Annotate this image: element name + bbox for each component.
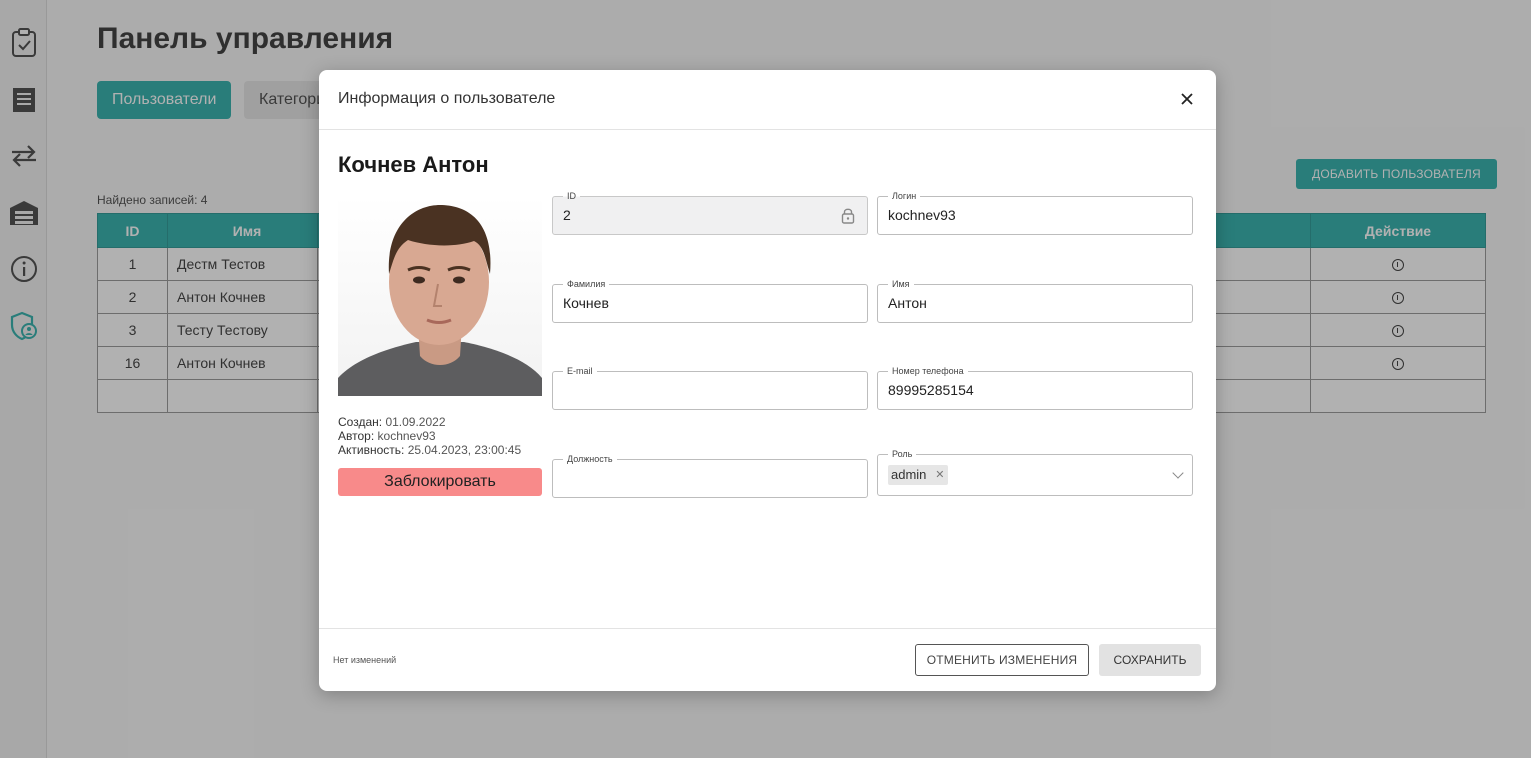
author-line: Автор: kochnev93 (338, 429, 521, 443)
created-label: Создан: (338, 415, 383, 429)
surname-value[interactable]: Кочнев (563, 295, 609, 311)
position-label: Должность (563, 452, 617, 466)
first-name-label: Имя (888, 277, 914, 291)
created-line: Создан: 01.09.2022 (338, 415, 521, 429)
email-field[interactable]: E-mail (552, 364, 868, 410)
user-info-modal: Информация о пользователе Кочнев Антон С… (319, 70, 1216, 691)
role-select[interactable]: Роль admin ✕ (877, 447, 1193, 496)
change-status: Нет изменений (333, 655, 397, 665)
surname-field[interactable]: Фамилия Кочнев (552, 277, 868, 323)
save-button[interactable]: СОХРАНИТЬ (1099, 644, 1201, 676)
role-label: Роль (888, 447, 917, 461)
email-label: E-mail (563, 364, 597, 378)
block-user-button[interactable]: Заблокировать (338, 468, 542, 496)
user-full-name: Кочнев Антон (338, 152, 489, 177)
modal-title: Информация о пользователе (338, 90, 556, 107)
phone-value[interactable]: 89995285154 (888, 382, 974, 398)
lock-icon (841, 207, 855, 229)
role-chip: admin ✕ (888, 465, 949, 485)
activity-value: 25.04.2023, 23:00:45 (407, 443, 522, 457)
user-meta: Создан: 01.09.2022 Автор: kochnev93 Акти… (338, 415, 521, 457)
chevron-down-icon[interactable] (1172, 467, 1184, 479)
id-label: ID (563, 189, 580, 203)
close-icon[interactable] (1178, 90, 1196, 108)
cancel-changes-button[interactable]: ОТМЕНИТЬ ИЗМЕНЕНИЯ (915, 644, 1089, 676)
phone-label: Номер телефона (888, 364, 968, 378)
position-field[interactable]: Должность (552, 452, 868, 498)
login-label: Логин (888, 189, 921, 203)
first-name-field[interactable]: Имя Антон (877, 277, 1193, 323)
surname-label: Фамилия (563, 277, 610, 291)
role-chip-label: admin (891, 467, 927, 482)
phone-field[interactable]: Номер телефона 89995285154 (877, 364, 1193, 410)
created-value: 01.09.2022 (385, 415, 446, 429)
id-field: ID 2 (552, 189, 868, 235)
modal-footer: Нет изменений ОТМЕНИТЬ ИЗМЕНЕНИЯ СОХРАНИ… (319, 628, 1216, 691)
activity-label: Активность: (338, 443, 405, 457)
login-field[interactable]: Логин kochnev93 (877, 189, 1193, 235)
modal-header: Информация о пользователе (319, 70, 1216, 130)
author-label: Автор: (338, 429, 375, 443)
remove-chip-icon[interactable]: ✕ (935, 465, 944, 485)
id-value: 2 (563, 207, 571, 223)
login-value[interactable]: kochnev93 (888, 207, 956, 223)
author-value: kochnev93 (377, 429, 436, 443)
user-photo (338, 196, 542, 396)
activity-line: Активность: 25.04.2023, 23:00:45 (338, 443, 521, 457)
first-name-value[interactable]: Антон (888, 295, 927, 311)
